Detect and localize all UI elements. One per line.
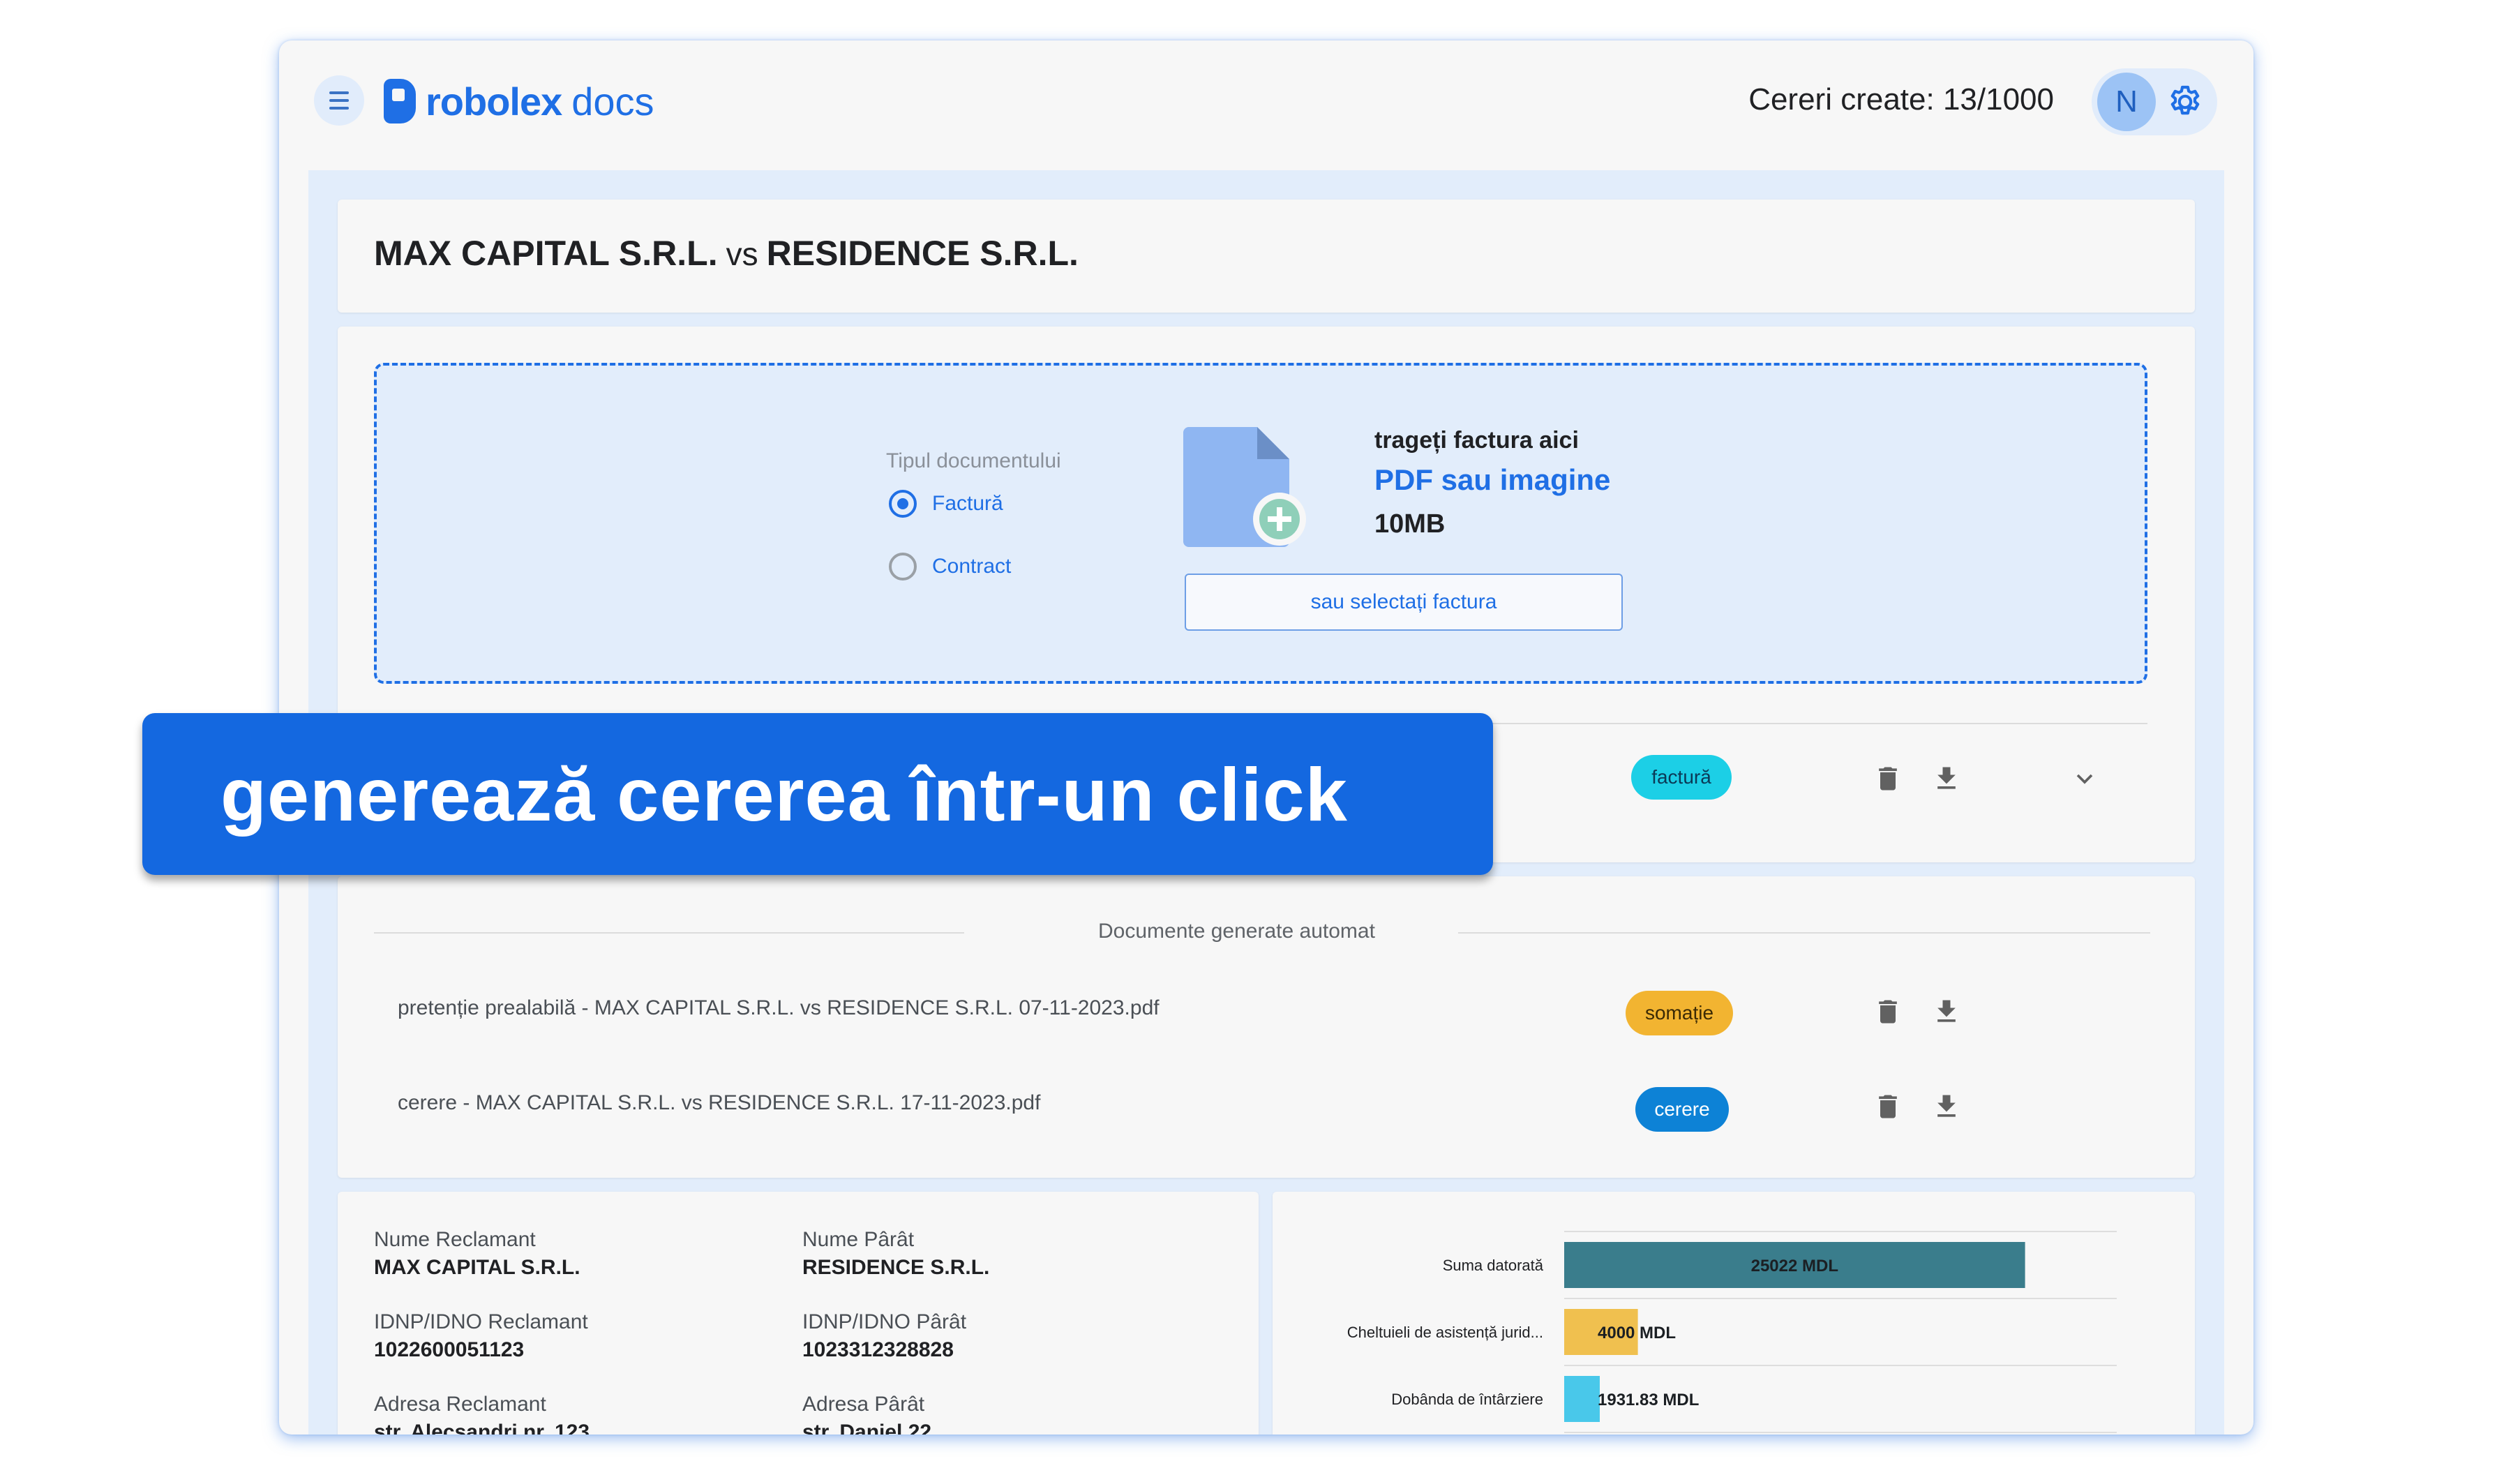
logo[interactable]: robolex docs <box>384 75 654 127</box>
requests-counter: Cereri create: 13/1000 <box>1748 82 2054 117</box>
plaintiff-address-value: str. Alecsandri nr. 123 <box>374 1421 590 1435</box>
select-invoice-button[interactable]: sau selectați factura <box>1185 574 1623 631</box>
delete-icon[interactable] <box>1873 1091 1903 1122</box>
vs-label: vs <box>726 236 758 272</box>
defendant-id-label: IDNP/IDNO Pârât <box>802 1310 967 1333</box>
plaintiff-name-value: MAX CAPITAL S.R.L. <box>374 1256 580 1279</box>
chart-category-label: Cheltuieli de asistență jurid... <box>1347 1324 1543 1341</box>
doc-type-label: Tipul documentului <box>886 449 1061 472</box>
drop-size-limit: 10MB <box>1374 509 1446 539</box>
promo-banner: generează cererea într-un click <box>142 713 1493 875</box>
chart-value-label: 1931.83 MDL <box>1598 1391 1699 1409</box>
page-title: MAX CAPITAL S.R.L. vs RESIDENCE S.R.L. <box>374 233 1079 274</box>
chart-value-label: 25022 MDL <box>1751 1257 1838 1275</box>
menu-icon[interactable] <box>314 75 364 126</box>
defendant-name-value: RESIDENCE S.R.L. <box>802 1256 990 1279</box>
defendant-address-value: str. Daniel 22 <box>802 1421 932 1435</box>
uploaded-file-tag: factură <box>1631 755 1732 800</box>
generated-file-name[interactable]: pretenție prealabilă - MAX CAPITAL S.R.L… <box>398 996 1160 1020</box>
plaintiff-title: MAX CAPITAL S.R.L. <box>374 234 718 273</box>
delete-icon[interactable] <box>1873 763 1903 794</box>
divider-right <box>1458 932 2150 934</box>
defendant-name-label: Nume Pârât <box>802 1228 915 1251</box>
radio-option-factura[interactable]: Factură <box>889 490 1003 518</box>
chart-value-label: 4000 MDL <box>1598 1324 1676 1342</box>
generated-docs-card: Documente generate automat pretenție pre… <box>338 876 2195 1178</box>
divider-left <box>374 932 964 934</box>
radio-button[interactable] <box>889 553 917 581</box>
chevron-down-icon[interactable] <box>2071 765 2099 793</box>
amounts-chart: Suma datorată 25022 MDL Cheltuieli de asis… <box>1347 1231 2117 1433</box>
generated-section-title: Documente generate automat <box>1098 920 1375 943</box>
generated-file-tag: somație <box>1626 991 1733 1035</box>
download-icon[interactable] <box>1931 763 1962 794</box>
chart-card: Suma datorată 25022 MDL Cheltuieli de asis… <box>1273 1192 2195 1435</box>
logo-light-text: docs <box>571 79 654 123</box>
drop-formats: PDF sau imagine <box>1374 463 1611 496</box>
gear-icon[interactable] <box>2166 82 2205 121</box>
plaintiff-id-label: IDNP/IDNO Reclamant <box>374 1310 588 1333</box>
radio-label: Contract <box>932 555 1012 578</box>
app-bar: robolex docs Cereri create: 13/1000 N <box>279 40 2253 170</box>
user-menu[interactable]: N <box>2092 68 2217 135</box>
generated-file-tag: cerere <box>1635 1087 1729 1132</box>
parties-card: Nume Reclamant MAX CAPITAL S.R.L. Nume P… <box>338 1192 1259 1435</box>
plaintiff-id-value: 1022600051123 <box>374 1338 525 1361</box>
plaintiff-address-label: Adresa Reclamant <box>374 1393 546 1416</box>
defendant-title: RESIDENCE S.R.L. <box>766 234 1079 273</box>
banner-text: generează cererea într-un click <box>220 751 1348 837</box>
radio-label: Factură <box>932 492 1003 515</box>
chart-bar <box>1564 1376 1600 1422</box>
drop-hint: trageți factura aici <box>1374 427 1579 454</box>
chart-category-label: Dobânda de întârziere <box>1391 1391 1543 1408</box>
chart-category-label: Suma datorată <box>1443 1257 1544 1274</box>
defendant-address-label: Adresa Pârât <box>802 1393 925 1416</box>
logo-mark-icon <box>384 79 416 123</box>
dropzone[interactable]: Tipul documentului Factură Contract trag… <box>374 363 2147 684</box>
generated-file-name[interactable]: cerere - MAX CAPITAL S.R.L. vs RESIDENCE… <box>398 1091 1040 1115</box>
delete-icon[interactable] <box>1873 996 1903 1027</box>
file-add-icon <box>1183 427 1306 547</box>
radio-option-contract[interactable]: Contract <box>889 553 1011 581</box>
case-title-card: MAX CAPITAL S.R.L. vs RESIDENCE S.R.L. <box>338 200 2195 313</box>
download-icon[interactable] <box>1931 1091 1962 1122</box>
download-icon[interactable] <box>1931 996 1962 1027</box>
avatar[interactable]: N <box>2097 73 2156 131</box>
logo-bold-text: robolex <box>426 79 562 123</box>
plaintiff-name-label: Nume Reclamant <box>374 1228 536 1251</box>
defendant-id-value: 1023312328828 <box>802 1338 954 1361</box>
radio-button-checked[interactable] <box>889 490 917 518</box>
